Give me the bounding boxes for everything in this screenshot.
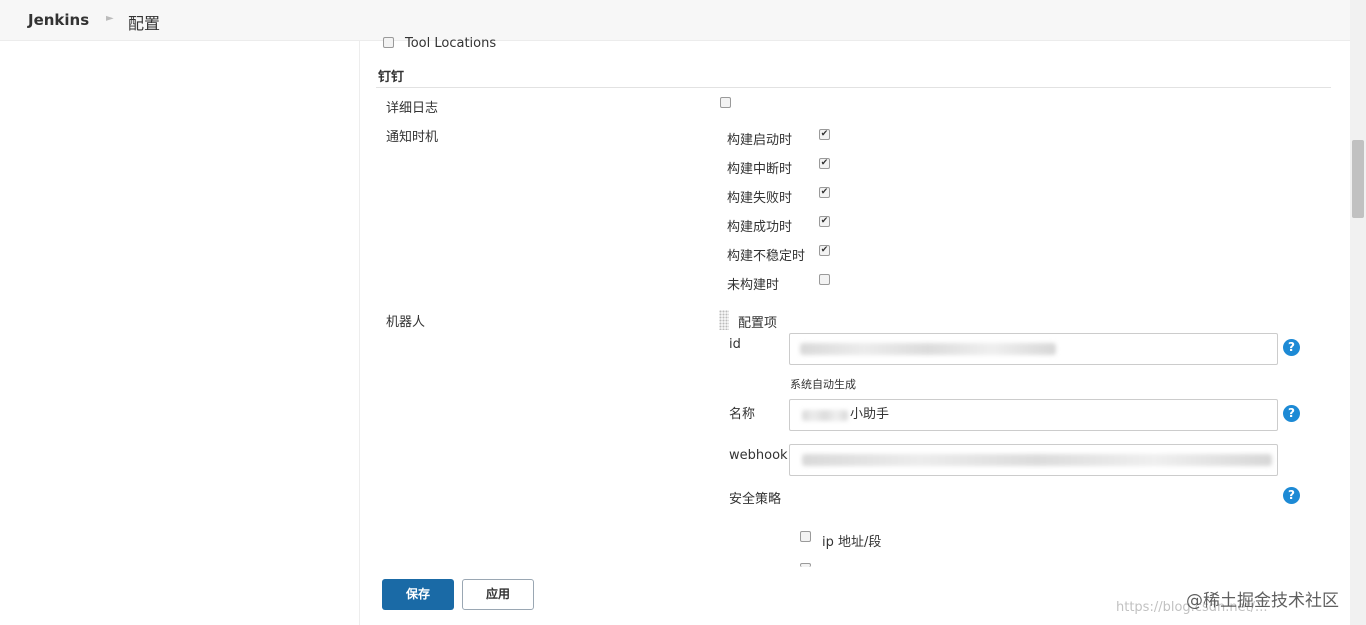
notify-build-failure-checkbox[interactable] [819,187,830,198]
robot-name-label: 名称 [729,407,756,422]
watermark-brand: @稀土掘金技术社区 [1186,591,1339,611]
robot-webhook-input[interactable] [789,444,1278,476]
breadcrumb-configure[interactable]: 配置 [128,10,160,34]
notify-build-success-checkbox[interactable] [819,216,830,227]
top-bar: Jenkins ► 配置 [0,0,1350,41]
robot-name-value: 小助手 [850,407,890,422]
robot-id-input[interactable] [789,333,1278,365]
section-divider [376,87,1331,88]
help-icon[interactable]: ? [1283,487,1300,504]
notify-timing-label: 通知时机 [386,130,439,145]
drag-handle-icon[interactable] [719,310,729,330]
redacted-name-prefix [802,410,848,421]
notify-option-label: 构建启动时 [727,133,793,148]
tool-locations-checkbox[interactable] [383,37,394,48]
robot-id-label: id [729,337,741,352]
notify-not-built-checkbox[interactable] [819,274,830,285]
jenkins-logo-text[interactable]: Jenkins [28,11,89,29]
notify-build-abort-checkbox[interactable] [819,158,830,169]
verbose-log-label: 详细日志 [386,101,439,116]
vertical-scrollbar[interactable] [1350,0,1366,625]
notify-option-label: 构建成功时 [727,220,793,235]
notify-option-label: 构建不稳定时 [727,249,806,264]
robot-config-label: 配置项 [738,316,778,331]
notify-option-label: 构建失败时 [727,191,793,206]
notify-option-label: 未构建时 [727,278,780,293]
redacted-id-value [800,343,1056,355]
help-icon[interactable]: ? [1283,405,1300,422]
apply-button[interactable]: 应用 [462,579,534,610]
scrollbar-thumb[interactable] [1352,140,1364,218]
save-button[interactable]: 保存 [382,579,454,610]
help-icon[interactable]: ? [1283,339,1300,356]
tool-locations-label: Tool Locations [405,36,497,51]
verbose-log-checkbox[interactable] [720,97,731,108]
notify-option-label: 构建中断时 [727,162,793,177]
robot-webhook-label: webhook [729,448,788,463]
notify-build-start-checkbox[interactable] [819,129,830,140]
robot-name-input[interactable]: 小助手 [789,399,1278,431]
security-policy-label: 安全策略 [729,492,782,507]
robot-id-hint: 系统自动生成 [790,378,856,391]
ip-range-label: ip 地址/段 [822,535,882,550]
next-security-checkbox[interactable] [800,563,811,567]
left-sidebar [0,41,360,625]
breadcrumb-chevron-icon: ► [106,13,114,24]
notify-build-unstable-checkbox[interactable] [819,245,830,256]
section-title-dingtalk: 钉钉 [378,70,405,85]
redacted-webhook-value [802,454,1272,466]
robot-label: 机器人 [386,315,426,330]
ip-range-checkbox[interactable] [800,531,811,542]
